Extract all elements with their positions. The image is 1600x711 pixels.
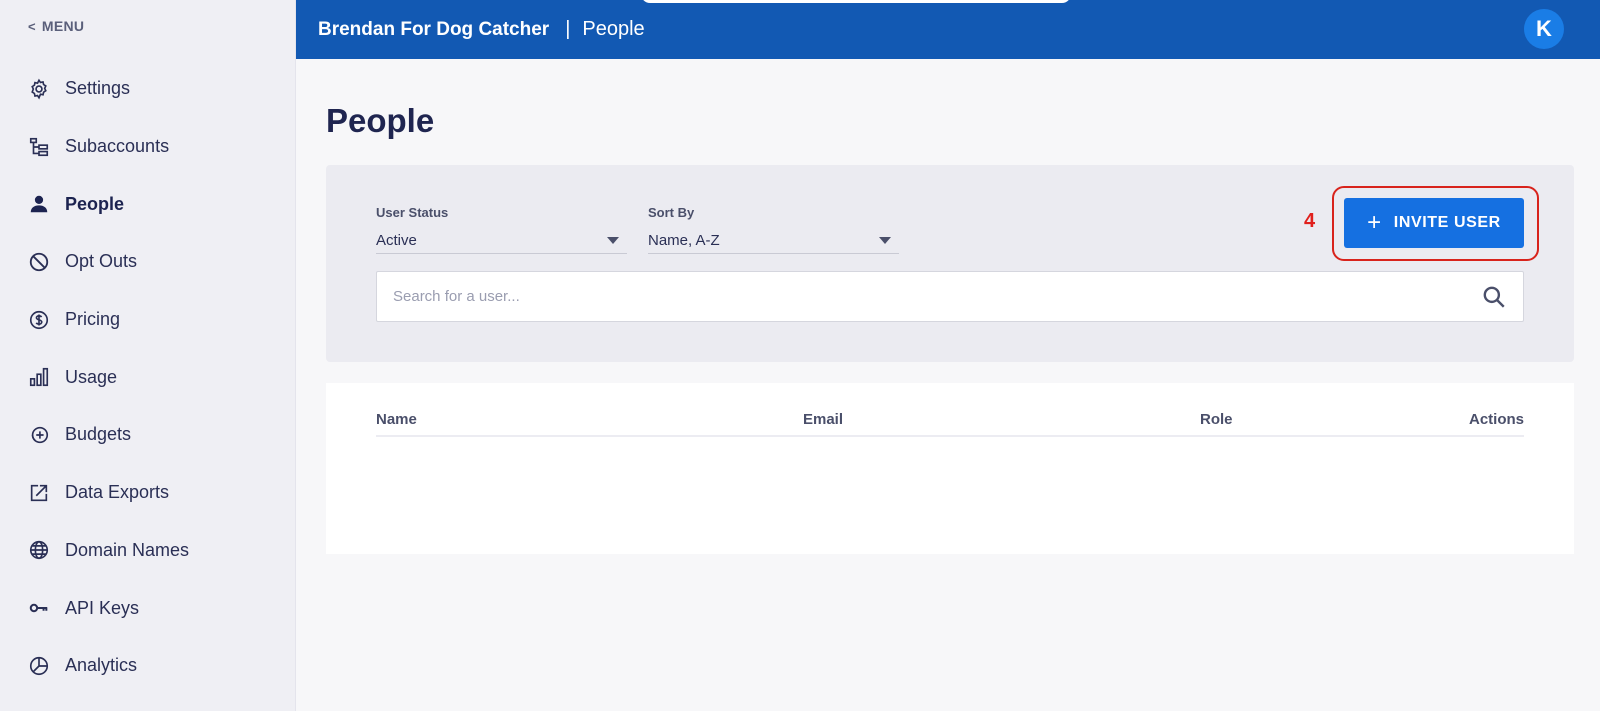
sidebar-item-label: API Keys (65, 597, 140, 618)
dropdown-caret-icon (879, 237, 891, 244)
bar-chart-icon (27, 365, 51, 389)
people-table: Name Email Role Actions (326, 383, 1574, 554)
sidebar-item-label: Opt Outs (65, 251, 138, 272)
column-header-actions: Actions (1468, 411, 1524, 428)
sort-by-select[interactable]: Name, A-Z (648, 228, 899, 254)
dollar-circle-icon (27, 308, 51, 332)
sort-by-value: Name, A-Z (648, 232, 720, 249)
search-box (376, 271, 1524, 322)
column-header-email[interactable]: Email (803, 411, 843, 428)
sidebar-item-analytics[interactable]: Analytics (0, 637, 296, 695)
avatar[interactable]: K (1524, 9, 1564, 49)
user-status-value: Active (376, 232, 417, 249)
sidebar-item-pricing[interactable]: Pricing (0, 291, 296, 349)
breadcrumb-current: People (582, 18, 645, 40)
column-header-name[interactable]: Name (376, 411, 417, 428)
table-header: Name Email Role Actions (376, 405, 1524, 437)
app-root: < MENU Settings Subaccounts People Opt O… (0, 0, 1600, 711)
export-icon (27, 481, 51, 505)
step-annotation-number: 4 (1304, 210, 1316, 232)
user-status-select[interactable]: Active (376, 228, 627, 254)
menu-toggle[interactable]: < MENU (28, 18, 84, 34)
sidebar-item-label: Data Exports (65, 482, 170, 503)
sidebar-item-label: Pricing (65, 309, 121, 330)
sidebar-item-label: Analytics (65, 655, 138, 676)
sort-by-filter: Sort By Name, A-Z (648, 205, 899, 254)
menu-label: MENU (41, 18, 85, 34)
sidebar-item-people[interactable]: People (0, 175, 296, 233)
sidebar: < MENU Settings Subaccounts People Opt O… (0, 0, 296, 711)
sidebar-nav: Settings Subaccounts People Opt Outs Pri… (0, 60, 296, 695)
invite-user-label: INVITE USER (1393, 214, 1501, 231)
sidebar-item-label: People (65, 193, 125, 214)
person-icon (27, 192, 51, 216)
sidebar-item-api-keys[interactable]: API Keys (0, 579, 296, 637)
globe-icon (27, 538, 51, 562)
page-title: People (326, 102, 435, 139)
block-icon (27, 250, 51, 274)
sidebar-item-label: Subaccounts (65, 136, 170, 157)
top-header: Brendan For Dog Catcher | People K (296, 0, 1600, 59)
dropdown-caret-icon (607, 237, 619, 244)
budget-icon (27, 423, 51, 447)
sidebar-item-usage[interactable]: Usage (0, 348, 296, 406)
account-name[interactable]: Brendan For Dog Catcher (318, 19, 549, 41)
hierarchy-icon (27, 135, 51, 159)
sidebar-item-label: Domain Names (65, 539, 190, 560)
sidebar-item-data-exports[interactable]: Data Exports (0, 464, 296, 522)
invite-user-button[interactable]: + INVITE USER (1344, 198, 1524, 248)
sidebar-item-settings[interactable]: Settings (0, 60, 296, 118)
sidebar-item-label: Settings (65, 78, 131, 99)
sidebar-item-label: Budgets (65, 424, 132, 445)
user-status-label: User Status (376, 205, 449, 220)
search-input[interactable] (377, 272, 1481, 321)
window-notch (641, 0, 1071, 3)
search-icon[interactable] (1481, 284, 1507, 310)
sort-by-label: Sort By (648, 205, 695, 220)
sidebar-item-label: Usage (65, 366, 118, 387)
gear-icon (27, 77, 51, 101)
breadcrumb-separator: | (565, 18, 571, 40)
pie-chart-icon (27, 654, 51, 678)
sidebar-item-budgets[interactable]: Budgets (0, 406, 296, 464)
plus-icon: + (1367, 209, 1382, 236)
sidebar-item-subaccounts[interactable]: Subaccounts (0, 118, 296, 176)
sidebar-item-opt-outs[interactable]: Opt Outs (0, 233, 296, 291)
key-icon (27, 596, 51, 620)
column-header-role[interactable]: Role (1200, 411, 1233, 428)
sidebar-item-domain-names[interactable]: Domain Names (0, 522, 296, 580)
user-status-filter: User Status Active (376, 205, 627, 254)
chevron-left-icon: < (28, 18, 36, 34)
filter-panel: User Status Active Sort By Name, A-Z 4 +… (326, 165, 1574, 362)
